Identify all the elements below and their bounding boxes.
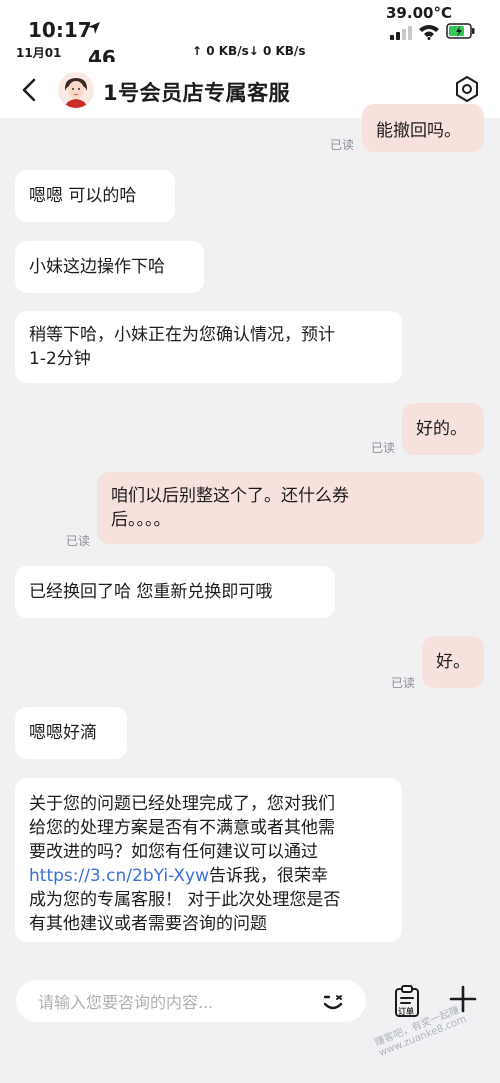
settings-hexagon-icon[interactable] [450,72,484,106]
avatar[interactable] [58,72,94,108]
message-bubble-outgoing[interactable]: 咱们以后别整这个了。还什么券 后。。。。 [97,472,484,544]
message-text-line: 后。。。。 [111,510,171,530]
message-text-line: 有其他建议或者需要咨询的问题 [29,914,267,934]
message-text: 已经换回了哈 您重新兑换即可哦 [29,582,273,602]
message-bubble-outgoing[interactable]: 好。 [422,636,484,688]
signal-icon [390,26,412,40]
message-text: 小妹这边操作下哈 [29,257,165,277]
message-text-line: 关于您的问题已经处理完成了，您对我们 [29,794,335,814]
message-text-line: 1-2分钟 [29,349,91,369]
message-text-line: 要改进的吗？如您有任何建议可以通过 [29,842,318,862]
message-link[interactable]: https://3.cn/2bYi-Xyw [29,866,209,886]
message-bubble-incoming[interactable]: 小妹这边操作下哈 [15,241,204,293]
message-bubble-outgoing[interactable]: 能撤回吗。 [362,104,484,152]
read-receipt: 已读 [66,534,91,548]
message-bubble-incoming[interactable]: 嗯嗯好滴 [15,707,127,759]
message-text: 好的。 [416,419,467,439]
clock: 10:17 [28,18,92,42]
message-text-line: 成为您的专属客服！ 对于此次处理您是否 [29,890,341,910]
message-text: 告诉我，很荣幸 [209,866,329,886]
status-bar: 10:17 11月01 46 ↑ 0 KB/s↓ 0 KB/s 39.00°C [0,0,500,70]
read-receipt: 已读 [391,676,416,690]
message-bubble-incoming[interactable]: 已经换回了哈 您重新兑换即可哦 [15,566,335,618]
message-bubble-incoming[interactable]: 嗯嗯 可以的哈 [15,170,175,222]
back-chevron-icon[interactable] [14,70,48,110]
message-input[interactable]: 请输入您要咨询的内容... [16,980,366,1022]
message-text-line: 咱们以后别整这个了。还什么券 [111,486,349,506]
message-text: 嗯嗯 可以的哈 [29,186,137,206]
read-receipt: 已读 [371,441,396,455]
chat-title: 1号会员店专属客服 [103,81,291,105]
wifi-icon [419,25,439,40]
location-arrow-icon [88,22,100,34]
message-text: 好。 [436,652,470,672]
message-text: 嗯嗯好滴 [29,723,97,743]
message-text-line: 稍等下哈，小妹正在为您确认情况，预计 [29,325,335,345]
message-bubble-outgoing[interactable]: 好的。 [402,403,484,455]
message-bubble-incoming[interactable]: 稍等下哈，小妹正在为您确认情况，预计 1-2分钟 [15,311,402,383]
battery-icon [446,23,475,39]
read-receipt: 已读 [330,138,355,152]
input-placeholder: 请输入您要咨询的内容... [38,993,214,1012]
message-text: 能撤回吗。 [376,121,461,141]
message-text-line: https://3.cn/2bYi-Xyw告诉我，很荣幸 [29,864,328,888]
message-bubble-incoming[interactable]: 关于您的问题已经处理完成了，您对我们 给您的处理方案是否有不满意或者其他需 要改… [15,778,402,942]
date: 11月01 [16,46,62,60]
temperature: 39.00°C [386,4,452,22]
network-speed: ↑ 0 KB/s↓ 0 KB/s [192,44,306,58]
message-text-line: 给您的处理方案是否有不满意或者其他需 [29,818,335,838]
order-label: 订单 [398,1007,414,1016]
emoji-icon[interactable] [318,986,348,1016]
